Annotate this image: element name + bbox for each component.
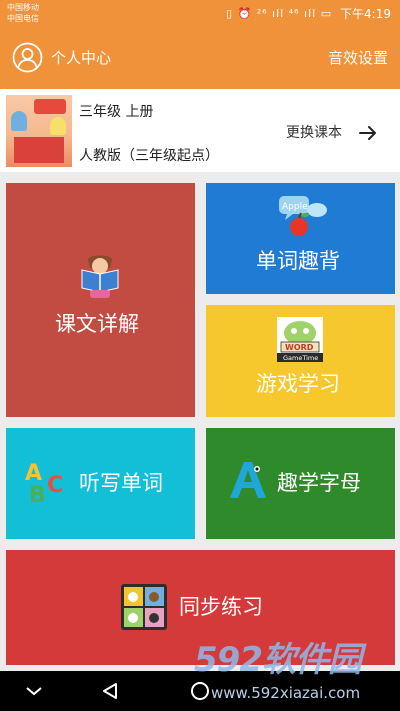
chevron-down-icon[interactable] (22, 679, 46, 703)
tile-sync-practice-label: 同步练习 (179, 595, 263, 619)
change-book-button[interactable]: 更换课本 (286, 123, 342, 143)
back-triangle-icon[interactable] (98, 679, 122, 703)
tile-text-explanation[interactable]: 课文详解 (6, 183, 195, 417)
carrier-2: 中国电信 (7, 14, 39, 23)
tile-fun-alphabet-label: 趣学字母 (277, 471, 361, 495)
svg-text:Apple: Apple (282, 202, 308, 212)
svg-text:B: B (29, 483, 46, 504)
watermark-url: www.592xiazai.com (211, 684, 361, 702)
svg-text:GameTime: GameTime (283, 354, 318, 362)
book-cover-image (6, 95, 72, 167)
tile-word-dictation-label: 听写单词 (79, 471, 163, 495)
tile-text-explanation-label: 课文详解 (55, 312, 139, 336)
tile-game-learning[interactable]: WORD GameTime 游戏学习 (206, 305, 395, 417)
abc-blocks-icon: A B C (25, 461, 63, 504)
reading-child-icon (81, 255, 119, 298)
tile-fun-alphabet[interactable]: 趣学字母 (206, 428, 395, 539)
animal-grid-icon (121, 584, 167, 630)
svg-text:WORD: WORD (285, 343, 314, 352)
tile-word-memorize-label: 单词趣背 (256, 249, 340, 273)
watermark-logo: 592软件园 (194, 640, 362, 680)
site-watermark: 592软件园 www.592xiazai.com (186, 640, 396, 708)
arrow-right-icon[interactable] (359, 125, 377, 141)
letter-a-icon (230, 462, 266, 498)
apple-word-icon: Apple (279, 196, 327, 236)
tile-game-learning-label: 游戏学习 (256, 372, 340, 396)
status-time: 下午4:19 (340, 7, 391, 21)
current-book-row[interactable]: 三年级 上册 人教版（三年级起点） 更换课本 (0, 89, 400, 172)
carrier-1: 中国移动 (7, 3, 39, 12)
book-grade: 三年级 上册 (79, 104, 154, 120)
user-avatar-icon[interactable] (12, 42, 43, 73)
app-header: 个人中心 音效设置 (0, 28, 400, 89)
tile-word-dictation[interactable]: A B C 听写单词 (6, 428, 195, 539)
status-bar: 中国移动 中国电信 ▯ ⏰ ²⁶ ıll ⁴⁶ ıll ▭ 下午4:19 (0, 0, 400, 28)
svg-text:C: C (47, 473, 63, 498)
status-icons: ▯ ⏰ ²⁶ ıll ⁴⁶ ıll ▭ (226, 7, 333, 20)
word-gametime-icon: WORD GameTime (277, 317, 323, 362)
sound-settings-button[interactable]: 音效设置 (328, 48, 388, 68)
personal-center-link[interactable]: 个人中心 (51, 48, 111, 68)
book-edition: 人教版（三年级起点） (79, 148, 219, 164)
tile-word-memorize[interactable]: Apple 单词趣背 (206, 183, 395, 294)
